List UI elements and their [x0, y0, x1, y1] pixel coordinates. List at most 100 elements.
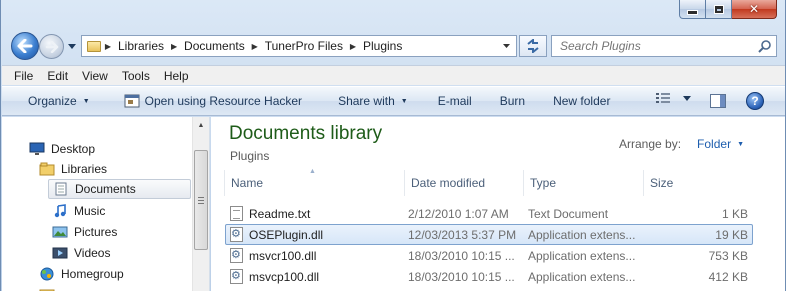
breadcrumb-libraries[interactable]: Libraries [115, 39, 167, 53]
file-name-cell: msvcr100.dll [230, 246, 400, 265]
search-input[interactable] [560, 39, 760, 53]
nav-item-videos[interactable]: Videos [52, 243, 110, 263]
preview-pane-icon[interactable] [710, 94, 726, 108]
menu-tools[interactable]: Tools [122, 69, 150, 83]
table-row[interactable]: Readme.txt 2/12/2010 1:07 AM Text Docume… [225, 203, 753, 224]
chevron-down-icon [503, 44, 510, 48]
nav-item-pictures[interactable]: Pictures [52, 222, 117, 242]
share-with-button[interactable]: Share with ▼ [330, 89, 416, 113]
file-size: 19 KB [715, 227, 748, 242]
menu-file[interactable]: File [14, 69, 33, 83]
grip-icon [198, 196, 204, 204]
file-date: 18/03/2010 10:15 ... [408, 248, 515, 263]
share-with-label: Share with [338, 94, 395, 108]
arrange-by-dropdown[interactable]: Folder [697, 137, 731, 151]
nav-item-partial[interactable] [39, 284, 61, 291]
maximize-button[interactable] [706, 0, 732, 19]
file-type: Application extens... [528, 248, 636, 263]
help-icon: ? [751, 94, 759, 108]
breadcrumb-tunerpro-files[interactable]: TunerPro Files [262, 39, 346, 53]
file-date: 12/03/2013 5:37 PM [408, 227, 517, 242]
arrange-by-label: Arrange by: [619, 137, 682, 151]
organize-label: Organize [28, 94, 77, 108]
breadcrumb-plugins[interactable]: Plugins [360, 39, 405, 53]
application-icon [124, 94, 140, 108]
refresh-button[interactable] [519, 35, 547, 57]
nav-scrollbar[interactable]: ▲ [192, 117, 209, 291]
file-name: OSEPlugin.dll [249, 227, 324, 242]
breadcrumb-separator-icon[interactable]: ▶ [167, 42, 181, 51]
organize-button[interactable]: Organize ▼ [20, 89, 98, 113]
column-date-modified[interactable]: Date modified [404, 170, 523, 196]
nav-item-music[interactable]: Music [52, 201, 105, 221]
videos-icon [52, 247, 68, 259]
email-button[interactable]: E-mail [430, 89, 480, 113]
open-with-label: Open using Resource Hacker [144, 94, 303, 108]
nav-item-label: Videos [74, 246, 111, 260]
file-date: 18/03/2010 10:15 ... [408, 269, 515, 284]
back-arrow-icon [17, 39, 33, 53]
table-row[interactable]: msvcp100.dll 18/03/2010 10:15 ... Applic… [225, 266, 753, 287]
chevron-down-icon [68, 43, 76, 49]
file-name: msvcp100.dll [249, 269, 320, 284]
libraries-icon [39, 162, 55, 176]
search-icon [758, 40, 771, 53]
column-type-label: Type [530, 176, 557, 190]
nav-item-label: Music [74, 204, 106, 218]
open-with-button[interactable]: Open using Resource Hacker [116, 89, 310, 113]
documents-icon [55, 182, 67, 196]
menu-view[interactable]: View [82, 69, 108, 83]
close-button[interactable]: ✕ [732, 0, 777, 19]
nav-item-desktop[interactable]: Desktop [29, 139, 95, 159]
table-row[interactable]: msvcr100.dll 18/03/2010 10:15 ... Applic… [225, 245, 753, 266]
column-header: ▲ Name Date modified Type Size [211, 168, 785, 196]
burn-button[interactable]: Burn [492, 89, 533, 113]
file-name: Readme.txt [249, 206, 311, 221]
nav-item-label: Desktop [51, 142, 96, 156]
scroll-up-icon[interactable]: ▲ [193, 117, 209, 134]
nav-item-documents[interactable]: Documents [48, 179, 191, 199]
search-box[interactable] [551, 35, 777, 57]
help-button[interactable]: ? [746, 92, 764, 110]
arrange-by: Arrange by: Folder ▼ [619, 137, 744, 151]
menu-edit[interactable]: Edit [47, 69, 68, 83]
menu-bar: File Edit View Tools Help [2, 65, 785, 85]
chevron-down-icon: ▼ [400, 97, 408, 105]
chevron-down-icon: ▼ [82, 97, 90, 105]
back-button[interactable] [11, 32, 39, 60]
forward-button[interactable] [39, 34, 64, 59]
table-row[interactable]: OSEPlugin.dll 12/03/2013 5:37 PM Applica… [225, 224, 753, 245]
menu-help[interactable]: Help [164, 69, 189, 83]
change-view-button[interactable] [655, 91, 691, 105]
email-label: E-mail [437, 94, 472, 108]
command-bar: Organize ▼ Open using Resource Hacker Sha… [2, 86, 785, 116]
file-name-cell: Readme.txt [230, 204, 400, 223]
minimize-button[interactable] [679, 0, 706, 19]
library-subtitle: Plugins [230, 149, 270, 163]
breadcrumb-separator-icon[interactable]: ▶ [346, 42, 360, 51]
column-size[interactable]: Size [643, 170, 753, 196]
dll-file-icon [230, 269, 243, 284]
file-type: Application extens... [528, 227, 636, 242]
recent-pages-dropdown[interactable] [67, 41, 77, 51]
scroll-thumb[interactable] [194, 150, 208, 250]
dll-file-icon [230, 248, 243, 263]
close-icon: ✕ [748, 2, 760, 16]
nav-item-homegroup[interactable]: Homegroup [39, 264, 124, 284]
nav-item-label: Libraries [61, 162, 108, 176]
address-history-dropdown[interactable] [498, 37, 514, 55]
column-name[interactable]: Name [224, 170, 404, 196]
nav-item-libraries[interactable]: Libraries [39, 159, 107, 179]
breadcrumb-documents[interactable]: Documents [181, 39, 248, 53]
breadcrumb-separator-icon[interactable]: ▶ [248, 42, 262, 51]
column-name-label: Name [231, 176, 264, 190]
chevron-down-icon[interactable]: ▼ [737, 141, 744, 148]
nav-item-label: Pictures [74, 225, 118, 239]
address-bar[interactable]: ▶ Libraries ▶ Documents ▶ TunerPro Files… [81, 35, 517, 57]
forward-arrow-icon [45, 40, 58, 53]
desktop-icon [29, 142, 45, 155]
nav-item-label: Documents [75, 182, 136, 196]
new-folder-button[interactable]: New folder [545, 89, 618, 113]
breadcrumb-separator-icon[interactable]: ▶ [101, 42, 115, 51]
column-type[interactable]: Type [523, 170, 643, 196]
